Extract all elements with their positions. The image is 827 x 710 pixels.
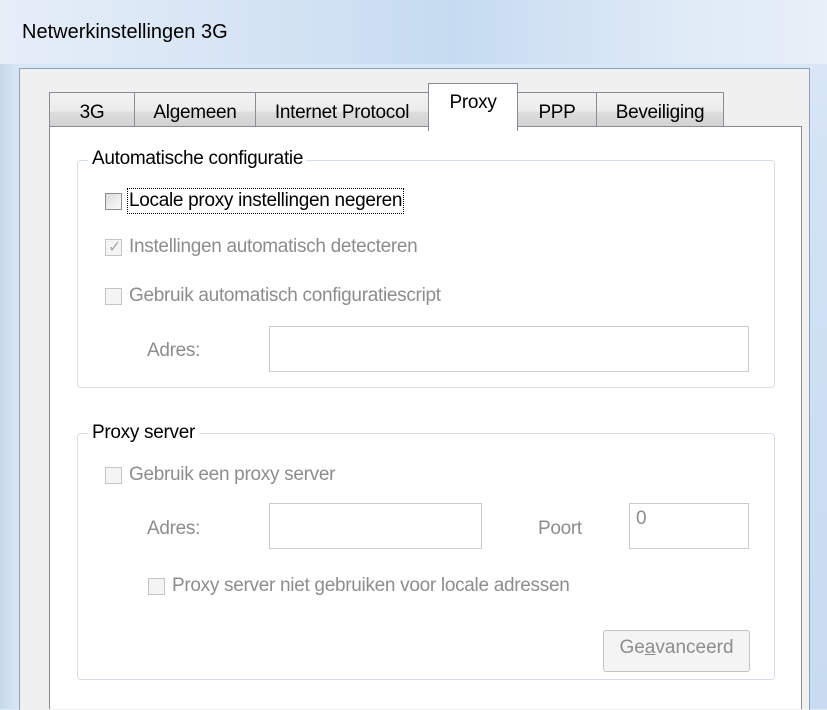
- proxy-server-legend: Proxy server: [88, 422, 200, 444]
- advanced-button-label-pre: Ge: [619, 637, 645, 658]
- auto-detect-label: Instellingen automatisch detecteren: [129, 236, 418, 257]
- tab-label: Proxy: [449, 92, 497, 113]
- checkmark-icon: ✓: [108, 238, 122, 256]
- proxy-port-label: Poort: [538, 518, 582, 539]
- tab-proxy[interactable]: Proxy: [428, 83, 518, 131]
- use-config-script-checkbox[interactable]: [105, 287, 122, 305]
- proxy-port-input[interactable]: 0: [629, 503, 749, 549]
- advanced-button[interactable]: Geavanceerd: [603, 630, 750, 672]
- advanced-button-label-post: vanceerd: [655, 637, 734, 658]
- window-title: Netwerkinstellingen 3G: [22, 21, 228, 43]
- tab-3g[interactable]: 3G: [49, 92, 135, 130]
- tab-label: Internet Protocol: [274, 102, 410, 123]
- dialog-window: Netwerkinstellingen 3G 3G Algemeen Inter…: [0, 0, 827, 710]
- tab-label: 3G: [79, 102, 105, 123]
- tab-beveiliging[interactable]: Beveiliging: [596, 92, 724, 130]
- script-address-label: Adres:: [147, 340, 201, 361]
- title-bar[interactable]: Netwerkinstellingen 3G: [0, 0, 827, 64]
- proxy-address-label: Adres:: [147, 518, 201, 539]
- auto-detect-row[interactable]: ✓ Instellingen automatisch detecteren: [105, 236, 418, 258]
- tab-label: PPP: [538, 102, 576, 123]
- ignore-local-proxy-label[interactable]: Locale proxy instellingen negeren: [126, 188, 405, 214]
- ignore-local-proxy-checkbox[interactable]: [105, 192, 122, 210]
- use-proxy-label: Gebruik een proxy server: [129, 464, 336, 485]
- proxy-address-input[interactable]: [269, 503, 482, 549]
- use-proxy-row[interactable]: Gebruik een proxy server: [105, 464, 335, 486]
- advanced-button-accel: a: [644, 637, 656, 658]
- use-config-script-row[interactable]: Gebruik automatisch configuratiescript: [105, 285, 441, 307]
- tab-internet-protocol[interactable]: Internet Protocol: [255, 92, 429, 130]
- tab-algemeen[interactable]: Algemeen: [134, 92, 256, 130]
- tab-label: Algemeen: [153, 102, 237, 123]
- bypass-local-checkbox[interactable]: [148, 577, 165, 595]
- tab-ppp[interactable]: PPP: [517, 92, 597, 130]
- bypass-local-label: Proxy server niet gebruiken voor locale …: [172, 575, 570, 596]
- auto-detect-checkbox[interactable]: ✓: [105, 238, 122, 256]
- use-config-script-label: Gebruik automatisch configuratiescript: [129, 285, 441, 306]
- use-proxy-checkbox[interactable]: [105, 466, 122, 484]
- ignore-local-proxy-row[interactable]: Locale proxy instellingen negeren: [105, 188, 405, 214]
- bypass-local-row[interactable]: Proxy server niet gebruiken voor locale …: [148, 575, 570, 597]
- script-address-input[interactable]: [269, 326, 749, 372]
- window-frame-left: [0, 64, 19, 709]
- auto-config-legend: Automatische configuratie: [88, 148, 308, 170]
- tab-label: Beveiliging: [615, 102, 705, 123]
